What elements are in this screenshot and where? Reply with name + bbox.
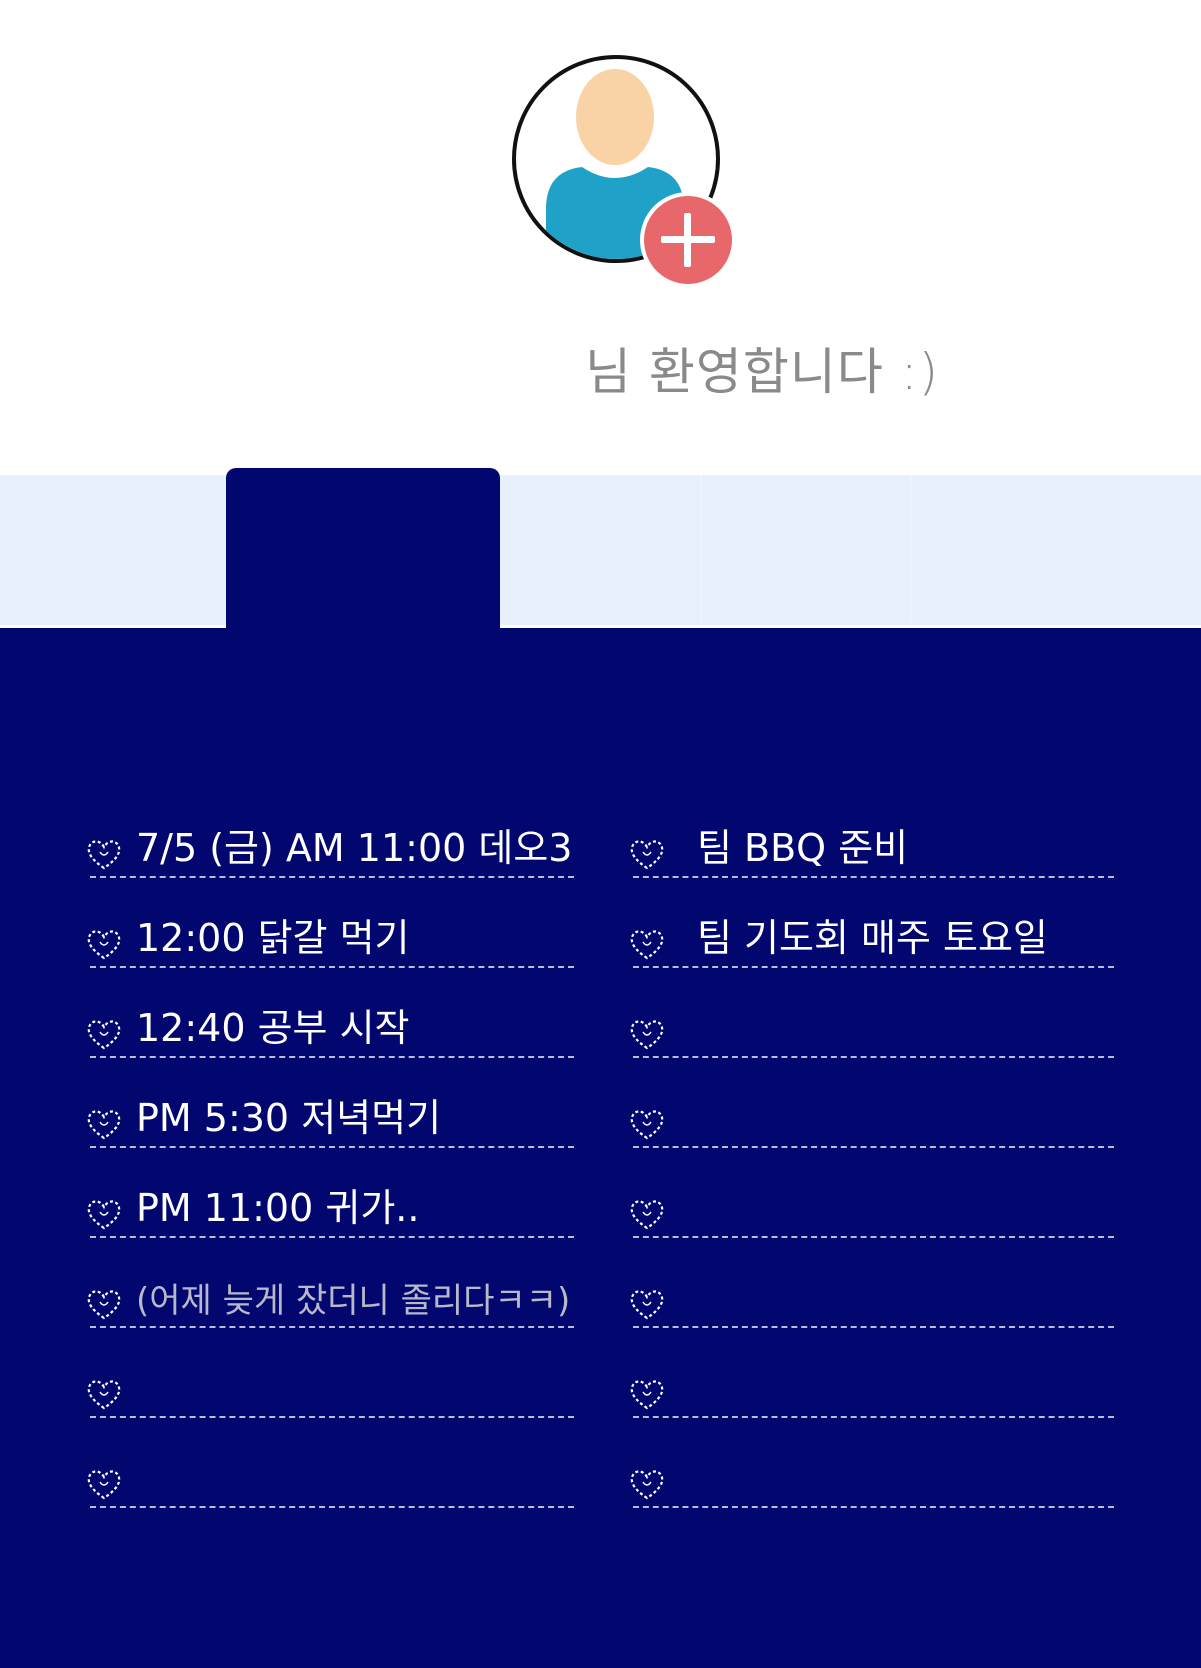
heart-icon: [84, 1194, 124, 1234]
schedule-row[interactable]: (어제 늦게 잤더니 졸리다ㅋㅋ): [84, 1248, 574, 1328]
heart-icon: [627, 1104, 667, 1144]
tab-divider: [700, 475, 702, 625]
schedule-row[interactable]: PM 5:30 저녁먹기: [84, 1068, 574, 1148]
heart-icon: [627, 924, 667, 964]
plus-icon: [661, 213, 715, 267]
schedule-row[interactable]: [627, 1158, 1114, 1238]
schedule-text: 12:00 닭갈 먹기: [136, 916, 410, 960]
schedule-text: (어제 늦게 잤더니 졸리다ㅋㅋ): [136, 1281, 571, 1321]
schedule-text: 팀 BBQ 준비: [697, 826, 909, 870]
heart-icon: [84, 1464, 124, 1504]
heart-icon: [84, 834, 124, 874]
heart-icon: [627, 1464, 667, 1504]
dashed-divider: [633, 1056, 1114, 1058]
dashed-divider: [633, 1326, 1114, 1328]
avatar-container[interactable]: [512, 55, 742, 288]
dashed-divider: [633, 1236, 1114, 1238]
tab-bar: [0, 475, 1201, 625]
dashed-divider: [90, 876, 574, 878]
schedule-row[interactable]: [627, 1248, 1114, 1328]
schedule-row[interactable]: [627, 1338, 1114, 1418]
schedule-row[interactable]: [627, 1428, 1114, 1508]
schedule-text: PM 11:00 귀가..: [136, 1186, 420, 1230]
schedule-row[interactable]: [627, 978, 1114, 1058]
heart-icon: [627, 1284, 667, 1324]
dashed-divider: [90, 1146, 574, 1148]
heart-icon: [84, 1014, 124, 1054]
heart-icon: [627, 1194, 667, 1234]
dashed-divider: [90, 1326, 574, 1328]
schedule-row[interactable]: 팀 기도회 매주 토요일: [627, 888, 1114, 968]
heart-icon: [627, 1014, 667, 1054]
schedule-row[interactable]: 12:00 닭갈 먹기: [84, 888, 574, 968]
schedule-text: PM 5:30 저녁먹기: [136, 1096, 442, 1140]
schedule-row[interactable]: 팀 BBQ 준비: [627, 798, 1114, 878]
profile-section: 님 환영합니다 :): [0, 0, 1201, 468]
dashed-divider: [633, 1416, 1114, 1418]
heart-icon: [627, 834, 667, 874]
schedule-row[interactable]: 7/5 (금) AM 11:00 데오3: [84, 798, 574, 878]
heart-icon: [84, 1374, 124, 1414]
schedule-row[interactable]: [84, 1428, 574, 1508]
schedule-row[interactable]: 12:40 공부 시작: [84, 978, 574, 1058]
schedule-text: 팀 기도회 매주 토요일: [697, 916, 1048, 960]
heart-icon: [627, 1374, 667, 1414]
schedule-text: 7/5 (금) AM 11:00 데오3: [136, 826, 573, 870]
dashed-divider: [90, 1056, 574, 1058]
dashed-divider: [90, 1416, 574, 1418]
dashed-divider: [633, 966, 1114, 968]
welcome-message: 님 환영합니다 :): [585, 343, 940, 401]
dashed-divider: [90, 1236, 574, 1238]
dashed-divider: [633, 876, 1114, 878]
schedule-row[interactable]: [84, 1338, 574, 1418]
dashed-divider: [90, 1506, 574, 1508]
dashed-divider: [90, 966, 574, 968]
heart-icon: [84, 1104, 124, 1144]
dashed-divider: [633, 1506, 1114, 1508]
heart-icon: [84, 924, 124, 964]
schedule-row[interactable]: [627, 1068, 1114, 1148]
add-photo-button[interactable]: [640, 192, 736, 288]
schedule-panel: 7/5 (금) AM 11:00 데오3 12:00 닭갈 먹기 12:40 공부 …: [0, 628, 1201, 1668]
schedule-text: 12:40 공부 시작: [136, 1006, 410, 1050]
schedule-row[interactable]: PM 11:00 귀가..: [84, 1158, 574, 1238]
tab-divider: [910, 475, 912, 625]
tab-active[interactable]: [226, 468, 500, 628]
heart-icon: [84, 1284, 124, 1324]
dashed-divider: [633, 1146, 1114, 1148]
